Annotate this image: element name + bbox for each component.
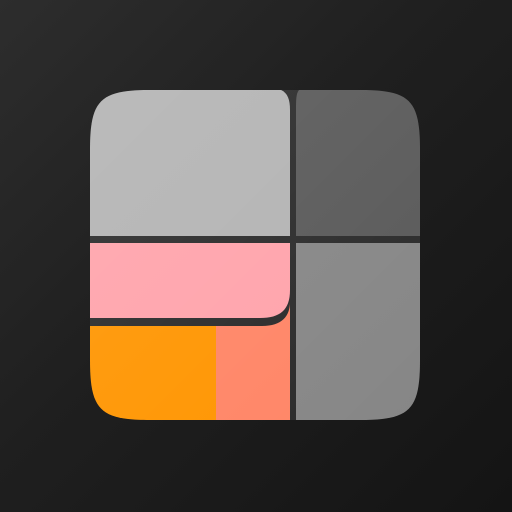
app-icon [90, 90, 420, 420]
tile-grid [90, 90, 420, 420]
gloss-highlight [90, 90, 420, 420]
app-icon-canvas [0, 0, 512, 512]
